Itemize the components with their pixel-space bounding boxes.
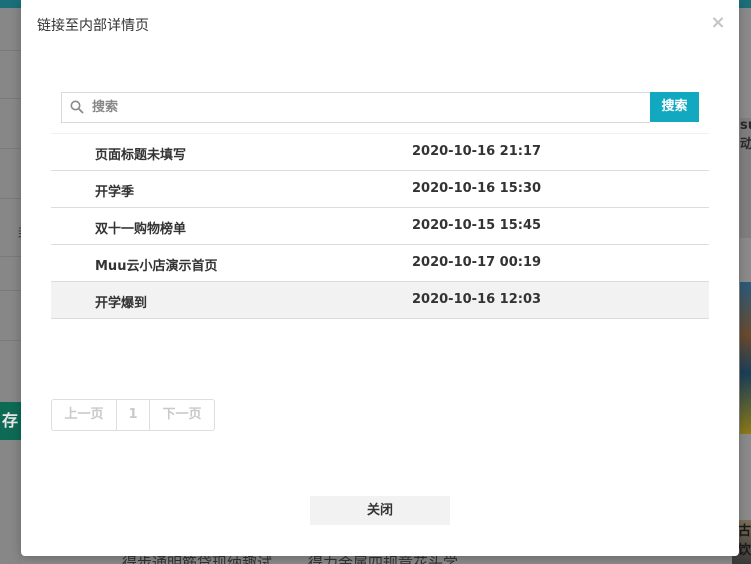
list-item[interactable]: 双十一购物榜单 2020-10-15 15:45 [51,208,709,245]
modal-title: 链接至内部详情页 [37,18,149,34]
background-divider [0,50,22,51]
background-left-column [0,8,22,564]
background-right-banner: su 动 [740,118,751,238]
page-time: 2020-10-16 21:17 [412,144,542,159]
background-divider [0,340,22,341]
page-title: 页面标题未填写 [95,148,187,163]
background-right-image [740,282,751,434]
link-page-modal: 链接至内部详情页 × 搜索 页面标题未填写 2020-10-16 21:17 开… [21,0,739,556]
page-time: 2020-10-17 00:19 [412,255,542,270]
page-time: 2020-10-16 12:03 [412,292,542,307]
page-title: 双十一购物榜单 [95,222,187,237]
search-input[interactable] [92,96,642,118]
search-icon [70,100,84,114]
page-title: 开学季 [95,185,135,200]
close-icon[interactable]: × [710,12,726,34]
page-time: 2020-10-15 15:45 [412,218,542,233]
background-divider [0,98,22,99]
search-button[interactable]: 搜索 [650,92,699,122]
background-divider [0,256,22,257]
next-page-button[interactable]: 下一页 [150,400,214,430]
page-title: 开学爆到 [95,296,148,311]
list-item-selected[interactable]: 开学爆到 2020-10-16 12:03 [51,282,709,319]
page-title: Muu云小店演示首页 [95,259,218,274]
background-divider [0,290,22,291]
page-time: 2020-10-16 15:30 [412,181,542,196]
list-item[interactable]: Muu云小店演示首页 2020-10-17 00:19 [51,245,709,282]
list-item[interactable]: 开学季 2020-10-16 15:30 [51,171,709,208]
background-divider [0,148,22,149]
pagination: 上一页 1 下一页 [51,399,215,431]
list-item[interactable]: 页面标题未填写 2020-10-16 21:17 [51,133,709,171]
background-divider [0,198,22,199]
close-button[interactable]: 关闭 [310,496,450,525]
prev-page-button[interactable]: 上一页 [52,400,117,430]
background-save-button: 存 [0,402,22,440]
page-number-button[interactable]: 1 [117,400,150,430]
search-box [61,92,650,123]
page-list: 页面标题未填写 2020-10-16 21:17 开学季 2020-10-16 … [51,133,709,319]
